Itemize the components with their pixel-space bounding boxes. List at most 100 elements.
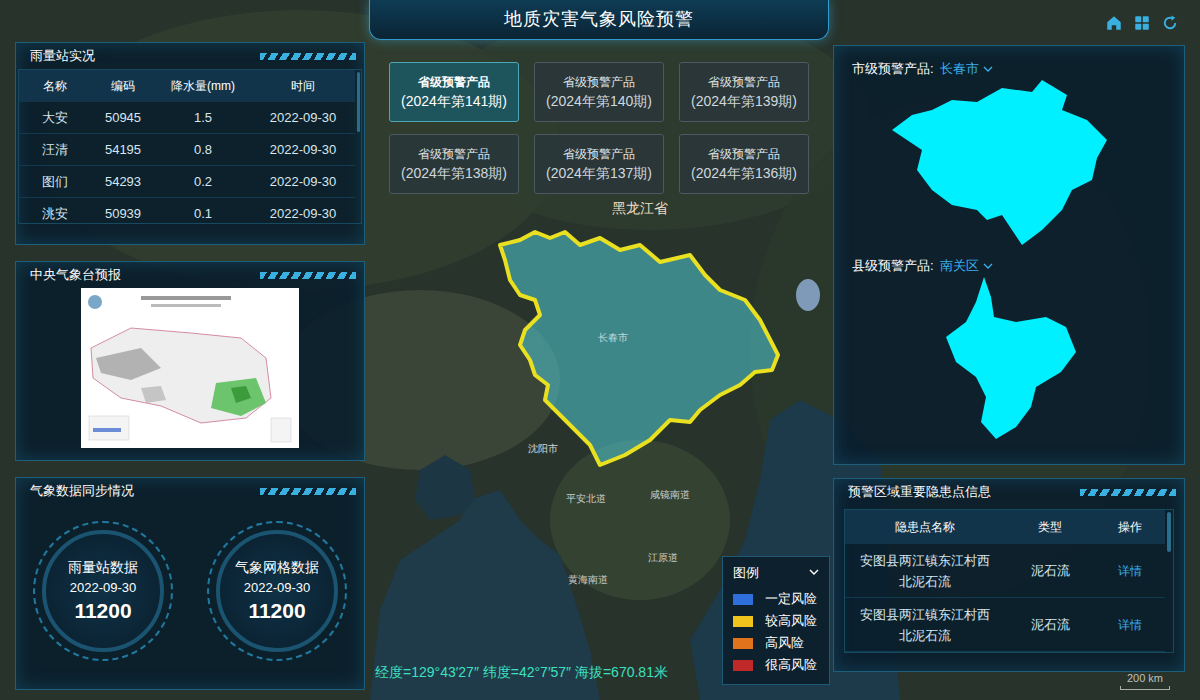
panel-header: 雨量站实况 — [16, 43, 364, 67]
table-cell: 0.8 — [155, 140, 251, 160]
table-cell: 汪清 — [19, 140, 91, 160]
legend-label: 高风险 — [765, 633, 804, 653]
product-issue: (2024年第137期) — [546, 163, 652, 184]
product-grid: 省级预警产品(2024年第141期)省级预警产品(2024年第140期)省级预警… — [389, 62, 809, 194]
map-label: 黄海南道 — [568, 572, 608, 587]
header-decoration — [1080, 489, 1176, 496]
legend-header[interactable]: 图例 — [733, 563, 819, 583]
product-name: 省级预警产品 — [708, 73, 780, 91]
table-header: 隐患点名称类型操作 — [845, 510, 1165, 544]
column-header: 降水量(mm) — [155, 77, 251, 95]
map-label: 黑龙江省 — [612, 198, 668, 219]
map-label: 平安北道 — [566, 491, 606, 506]
details-link[interactable]: 详情 — [1095, 616, 1165, 634]
legend-item: 很高风险 — [733, 654, 819, 676]
chevron-down-icon[interactable] — [809, 567, 819, 577]
hazard-type: 泥石流 — [1005, 615, 1095, 635]
legend-swatch — [733, 616, 753, 627]
product-button[interactable]: 省级预警产品(2024年第140期) — [534, 62, 664, 122]
table-row[interactable]: 图们542930.22022-09-30 — [19, 166, 355, 198]
table-header: 名称编码降水量(mm)时间 — [19, 70, 355, 102]
grid-icon[interactable] — [1133, 14, 1151, 32]
panel-header: 中央气象台预报 — [16, 262, 364, 286]
gauge-face: 雨量站数据2022-09-3011200 — [42, 530, 164, 652]
product-name: 省级预警产品 — [418, 73, 490, 91]
hazard-type: 泥石流 — [1005, 561, 1095, 581]
table-cell: 50945 — [91, 108, 155, 128]
chevron-down-icon[interactable] — [983, 64, 993, 74]
panel-title: 中央气象台预报 — [30, 265, 121, 285]
legend-swatch — [733, 594, 753, 605]
scale-bar — [1120, 686, 1170, 690]
product-button[interactable]: 省级预警产品(2024年第138期) — [389, 134, 519, 194]
city-dropdown[interactable]: 长春市 — [940, 59, 993, 79]
product-issue: (2024年第140期) — [546, 91, 652, 112]
product-name: 省级预警产品 — [563, 73, 635, 91]
panel-title: 雨量站实况 — [30, 46, 95, 66]
table-row[interactable]: 洮安509390.12022-09-30 — [19, 198, 355, 224]
table-cell: 2022-09-30 — [251, 204, 355, 224]
legend: 图例一定风险较高风险高风险很高风险 — [722, 556, 830, 686]
county-selector: 县级预警产品:南关区 — [852, 255, 1166, 277]
refresh-icon[interactable] — [1161, 14, 1179, 32]
county-value: 南关区 — [940, 256, 979, 276]
table-cell: 54195 — [91, 140, 155, 160]
map-label: 江原道 — [648, 550, 678, 565]
gauge-face: 气象网格数据2022-09-3011200 — [216, 530, 338, 652]
county-dropdown[interactable]: 南关区 — [940, 256, 993, 276]
column-header: 类型 — [1005, 518, 1095, 536]
chevron-down-icon[interactable] — [983, 261, 993, 271]
rain-table: 名称编码降水量(mm)时间大安509451.52022-09-30汪清54195… — [18, 69, 362, 224]
forecast-panel: 中央气象台预报 — [15, 261, 365, 461]
legend-label: 较高风险 — [765, 611, 817, 631]
legend-item: 高风险 — [733, 632, 819, 654]
legend-item: 一定风险 — [733, 588, 819, 610]
product-button[interactable]: 省级预警产品(2024年第137期) — [534, 134, 664, 194]
left-column: 雨量站实况名称编码降水量(mm)时间大安509451.52022-09-30汪清… — [15, 0, 365, 700]
table-row[interactable]: 汪清541950.82022-09-30 — [19, 134, 355, 166]
table-row[interactable]: 大安509451.52022-09-30 — [19, 102, 355, 134]
coordinates: 经度=129°43′27″ 纬度=42°7′57″ 海拔=670.81米 — [375, 662, 668, 683]
forecast-image — [81, 288, 299, 448]
gauge-label: 雨量站数据 — [68, 557, 138, 578]
table-cell: 大安 — [19, 108, 91, 128]
hazard-panel: 预警区域重要隐患点信息隐患点名称类型操作安图县两江镇东江村西北泥石流泥石流详情安… — [833, 478, 1185, 672]
product-name: 省级预警产品 — [563, 145, 635, 163]
column-header: 隐患点名称 — [845, 518, 1005, 536]
table-cell: 0.2 — [155, 172, 251, 192]
scrollbar[interactable] — [1167, 512, 1171, 552]
hazard-table: 隐患点名称类型操作安图县两江镇东江村西北泥石流泥石流详情安图县两江镇东江村西北泥… — [844, 509, 1174, 653]
right-column: 市级预警产品:长春市县级预警产品:南关区 预警区域重要隐患点信息隐患点名称类型操… — [833, 0, 1185, 700]
product-name: 省级预警产品 — [418, 145, 490, 163]
table-cell: 2022-09-30 — [251, 140, 355, 160]
legend-swatch — [733, 660, 753, 671]
table-cell: 洮安 — [19, 204, 91, 224]
toolbar — [833, 0, 1185, 45]
product-button[interactable]: 省级预警产品(2024年第139期) — [679, 62, 809, 122]
legend-title: 图例 — [733, 563, 759, 583]
product-issue: (2024年第136期) — [691, 163, 797, 184]
panel-title: 气象数据同步情况 — [30, 481, 134, 501]
gauge-date: 2022-09-30 — [244, 578, 311, 598]
home-icon[interactable] — [1105, 14, 1123, 32]
county-shape — [946, 277, 1076, 439]
details-link[interactable]: 详情 — [1095, 562, 1165, 580]
product-button[interactable]: 省级预警产品(2024年第141期) — [389, 62, 519, 122]
legend-label: 一定风险 — [765, 589, 817, 609]
column-header: 编码 — [91, 77, 155, 95]
city-shape — [892, 80, 1107, 245]
product-name: 省级预警产品 — [708, 145, 780, 163]
panel-header: 气象数据同步情况 — [16, 478, 364, 502]
table-cell: 2022-09-30 — [251, 172, 355, 192]
scrollbar[interactable] — [357, 72, 360, 132]
city-selector: 市级预警产品:长春市 — [852, 58, 1166, 80]
rain-station-panel: 雨量站实况名称编码降水量(mm)时间大安509451.52022-09-30汪清… — [15, 42, 365, 245]
column-header: 时间 — [251, 77, 355, 95]
legend-item: 较高风险 — [733, 610, 819, 632]
sync-gauges: 雨量站数据2022-09-3011200 气象网格数据2022-09-301120… — [16, 502, 364, 689]
map-label: 咸镜南道 — [650, 487, 690, 502]
column-header: 操作 — [1095, 518, 1165, 536]
product-button[interactable]: 省级预警产品(2024年第136期) — [679, 134, 809, 194]
sync-panel: 气象数据同步情况雨量站数据2022-09-3011200 气象网格数据2022-0… — [15, 477, 365, 690]
table-cell: 图们 — [19, 172, 91, 192]
